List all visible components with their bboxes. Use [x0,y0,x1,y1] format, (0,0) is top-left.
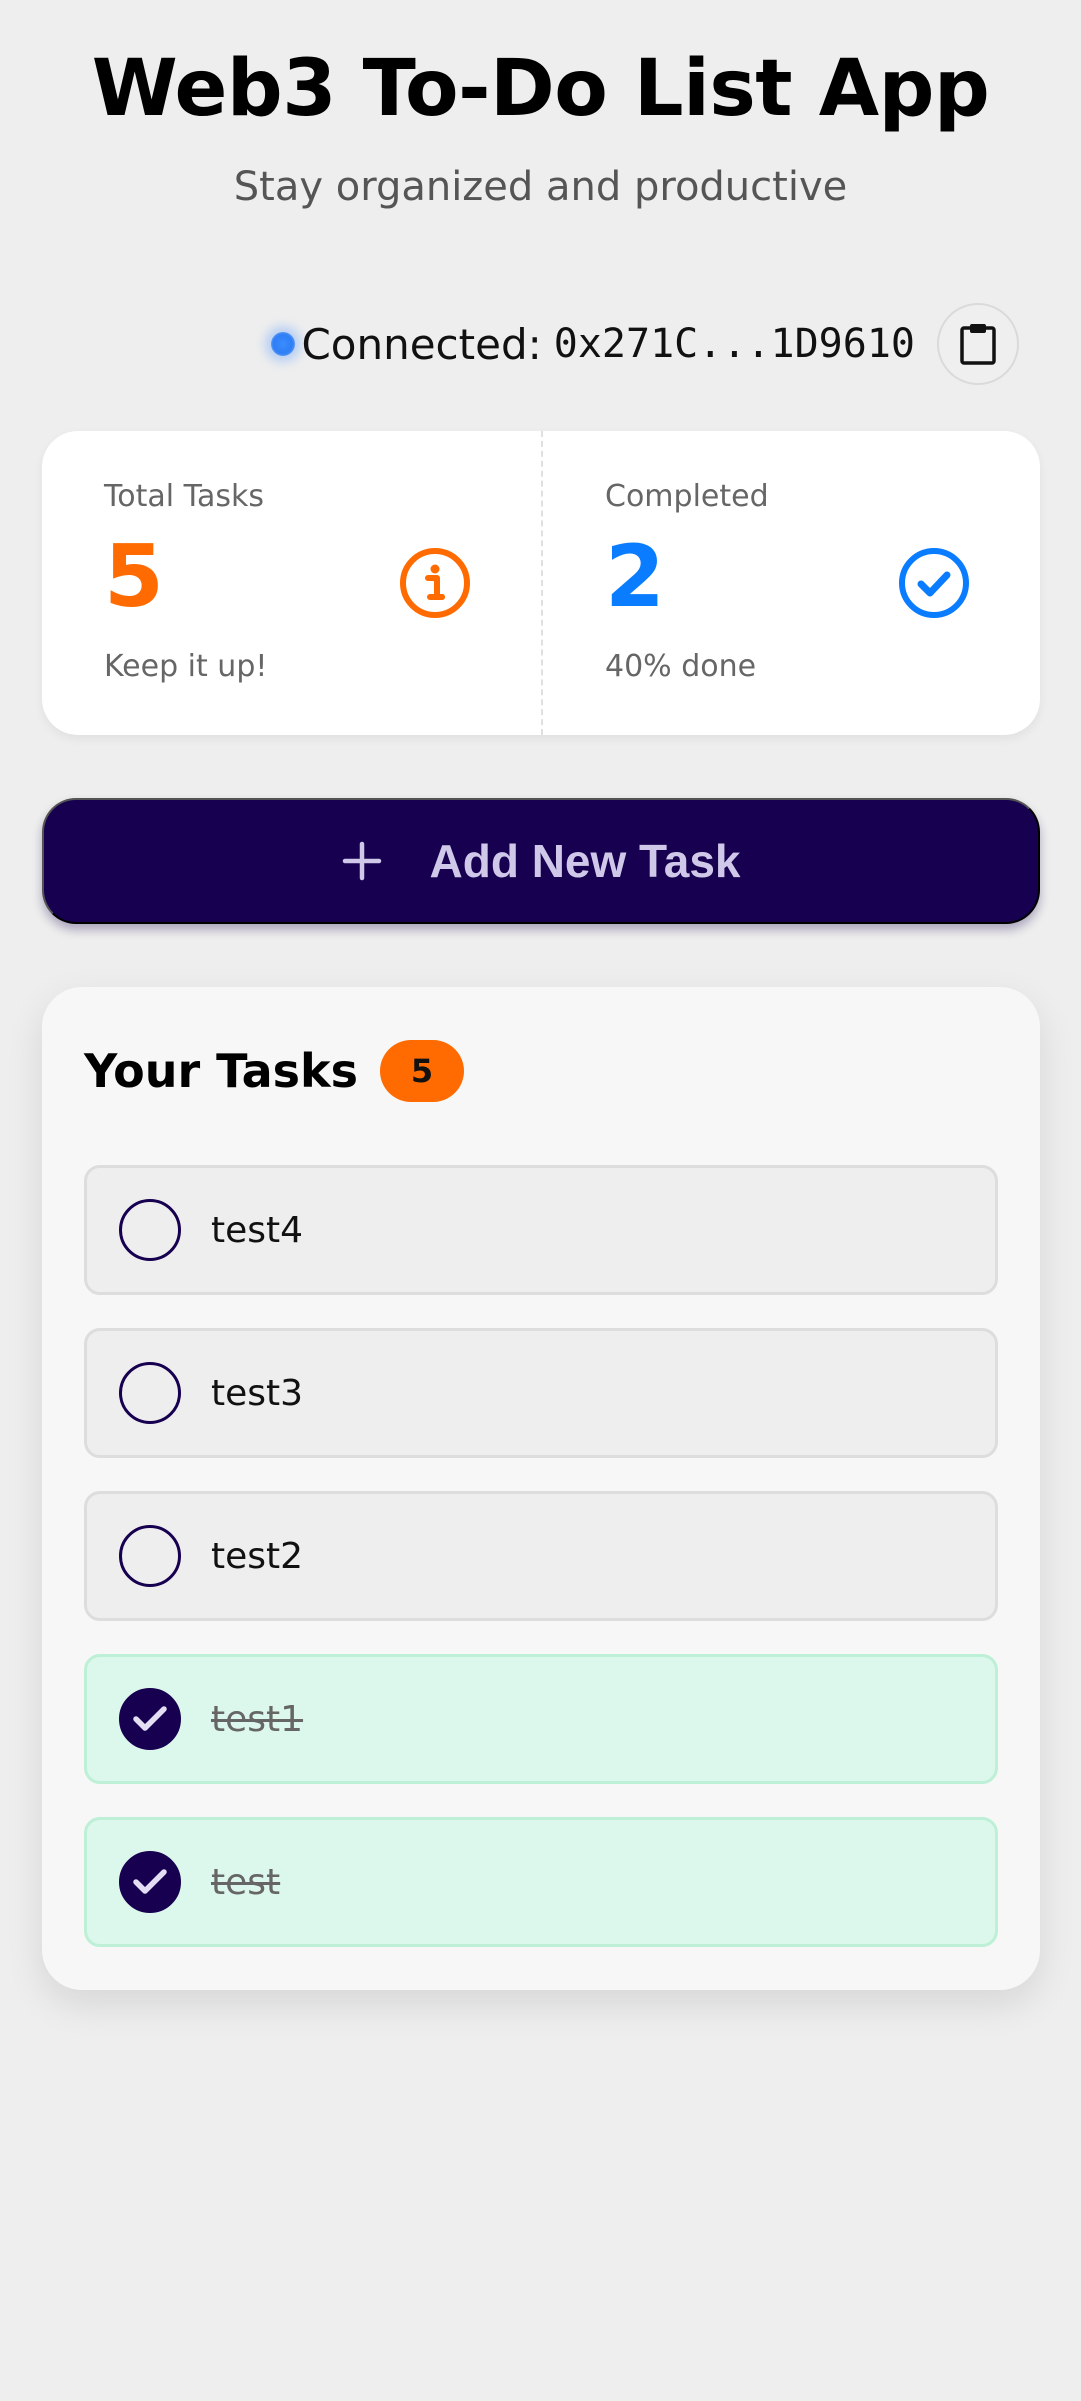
check-circle-icon [899,548,969,618]
status-dot-icon [271,332,296,356]
plus-icon [342,841,381,881]
stat-completed: Completed 2 40% done [541,431,1040,735]
task-item-completed[interactable]: test [84,1817,998,1947]
task-text: test [211,1861,281,1903]
checkmark-icon [133,1869,167,1894]
task-text: test3 [211,1372,304,1414]
stat-completed-value: 2 [605,527,665,627]
stat-completed-label: Completed [605,479,769,514]
wallet-address: 0x271C...1D9610 [553,321,915,367]
tasks-title: Your Tasks [84,1044,358,1098]
task-checkbox[interactable] [119,1525,181,1587]
task-text: test1 [211,1698,304,1740]
stats-card: Total Tasks 5 Keep it up! Completed 2 40… [42,431,1040,735]
stat-total-tasks: Total Tasks 5 Keep it up! [42,431,541,735]
checkmark-icon [133,1706,167,1731]
info-icon [400,548,470,618]
task-item[interactable]: test4 [84,1165,998,1295]
app-page: Web3 To-Do List App Stay organized and p… [0,0,1081,2401]
page-subtitle: Stay organized and productive [233,164,848,210]
add-task-label: Add New Task [429,835,741,887]
copy-address-button[interactable] [937,303,1019,385]
task-checkbox[interactable] [119,1362,181,1424]
task-checkbox-checked[interactable] [119,1688,181,1750]
task-list: test4 test3 test2 test1 test [84,1165,998,1980]
page-title: Web3 To-Do List App [91,44,990,134]
task-text: test2 [211,1535,304,1577]
task-item-completed[interactable]: test1 [84,1654,998,1784]
clipboard-icon [960,324,996,365]
stat-completed-note: 40% done [605,649,757,684]
task-item[interactable]: test3 [84,1328,998,1458]
task-checkbox[interactable] [119,1199,181,1261]
stat-total-note: Keep it up! [104,649,268,684]
wallet-status: Connected: 0x271C...1D9610 [271,302,1019,386]
stat-total-label: Total Tasks [104,479,264,514]
task-item[interactable]: test2 [84,1491,998,1621]
tasks-count-badge: 5 [379,1040,464,1102]
stat-total-value: 5 [104,527,164,627]
tasks-card: Your Tasks 5 test4 test3 test2 test1 tes… [42,987,1040,1990]
task-checkbox-checked[interactable] [119,1851,181,1913]
tasks-header: Your Tasks 5 [84,1035,464,1107]
wallet-label: Connected: [301,319,542,369]
add-task-button[interactable]: Add New Task [42,798,1040,924]
task-text: test4 [211,1209,304,1251]
